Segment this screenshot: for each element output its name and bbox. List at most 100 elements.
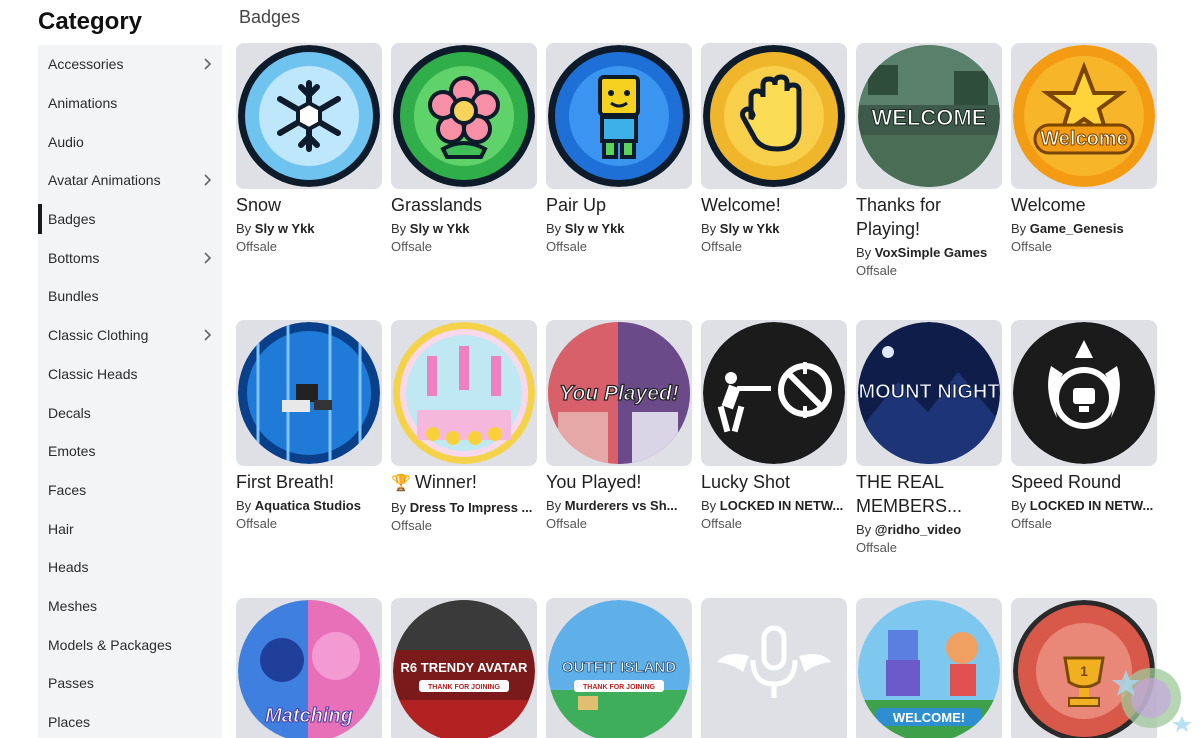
sidebar-item-classic-clothing[interactable]: Classic Clothing: [38, 316, 222, 355]
sidebar-item-animations[interactable]: Animations: [38, 84, 222, 123]
creator-link[interactable]: Dress To Impress ...: [410, 500, 533, 515]
badge-name[interactable]: Snow: [236, 193, 382, 217]
badge-thumbnail[interactable]: [236, 43, 382, 189]
badge-thumbnail[interactable]: You Played!: [546, 320, 692, 466]
creator-link[interactable]: Murderers vs Sh...: [565, 498, 678, 513]
badge-card[interactable]: Pair Up By Sly w Ykk Offsale: [546, 43, 692, 256]
badge-name[interactable]: Grasslands: [391, 193, 537, 217]
sidebar-item-meshes[interactable]: Meshes: [38, 587, 222, 626]
badge-name[interactable]: Welcome: [1011, 193, 1157, 217]
badge-thumbnail[interactable]: [236, 320, 382, 466]
creator-link[interactable]: Aquatica Studios: [255, 498, 361, 513]
by-label: By: [701, 221, 720, 236]
badge-card[interactable]: Grasslands By Sly w Ykk Offsale: [391, 43, 537, 256]
badge-price: Offsale: [236, 516, 277, 531]
badge-price: Offsale: [856, 540, 897, 555]
badge-thumbnail[interactable]: Welcome: [1011, 43, 1157, 189]
badge-card[interactable]: MOUNT NIGHT THE REAL MEMBERS... By @ridh…: [856, 320, 1002, 557]
badge-name[interactable]: Pair Up: [546, 193, 692, 217]
creator-link[interactable]: @ridho_video: [875, 522, 961, 537]
badge-name[interactable]: First Breath!: [236, 470, 382, 494]
badge-thumbnail[interactable]: [546, 43, 692, 189]
sidebar-item-hair[interactable]: Hair: [38, 509, 222, 548]
sidebar-item-places[interactable]: Places: [38, 703, 222, 738]
sidebar-item-models-packages[interactable]: Models & Packages: [38, 625, 222, 664]
badge-overlay-text: You Played!: [559, 382, 678, 405]
creator-link[interactable]: LOCKED IN NETW...: [720, 498, 844, 513]
sidebar-item-bottoms[interactable]: Bottoms: [38, 238, 222, 277]
badge-card[interactable]: Lucky Shot By LOCKED IN NETW... Offsale: [701, 320, 847, 533]
badge-name[interactable]: 🏆 Winner!: [391, 470, 537, 496]
badge-creator: By Sly w Ykk: [546, 220, 692, 238]
badge-thumbnail[interactable]: OUTFIT ISLAND THANK FOR JOINING: [546, 598, 692, 738]
creator-link[interactable]: VoxSimple Games: [875, 245, 987, 260]
sidebar-item-passes[interactable]: Passes: [38, 664, 222, 703]
badge-card[interactable]: Snow By Sly w Ykk Offsale: [236, 43, 382, 256]
badge-name[interactable]: You Played!: [546, 470, 692, 494]
badge-name[interactable]: Thanks for Playing!: [856, 193, 1002, 241]
badge-card[interactable]: [701, 598, 847, 738]
sidebar-item-classic-heads[interactable]: Classic Heads: [38, 355, 222, 394]
badge-card[interactable]: Matching: [236, 598, 382, 738]
sidebar-item-label: Bundles: [48, 288, 99, 305]
badge-thumbnail[interactable]: MOUNT NIGHT: [856, 320, 1002, 466]
badge-card[interactable]: Speed Round By LOCKED IN NETW... Offsale: [1011, 320, 1157, 533]
sidebar-item-audio[interactable]: Audio: [38, 122, 222, 161]
sidebar-item-decals[interactable]: Decals: [38, 393, 222, 432]
sidebar-item-badges[interactable]: Badges: [38, 200, 222, 239]
creator-link[interactable]: Sly w Ykk: [720, 221, 780, 236]
badge-card[interactable]: You Played! You Played! By Murderers vs …: [546, 320, 692, 533]
badge-creator: By Dress To Impress ...: [391, 499, 537, 517]
badge-card[interactable]: WELCOME Thanks for Playing! By VoxSimple…: [856, 43, 1002, 280]
badge-name[interactable]: Lucky Shot: [701, 470, 847, 494]
category-title: Category: [38, 8, 143, 35]
sidebar-item-heads[interactable]: Heads: [38, 548, 222, 587]
badge-thumbnail[interactable]: WELCOME!: [856, 598, 1002, 738]
badge-thumbnail[interactable]: [391, 320, 537, 466]
avatar-icon: [548, 45, 690, 187]
badge-card[interactable]: OUTFIT ISLAND THANK FOR JOINING: [546, 598, 692, 738]
badge-thumbnail[interactable]: [701, 598, 847, 738]
characters-pink-icon: Matching: [238, 600, 380, 738]
badge-thumbnail[interactable]: WELCOME: [856, 43, 1002, 189]
sidebar-item-bundles[interactable]: Bundles: [38, 277, 222, 316]
badge-thumbnail[interactable]: R6 TRENDY AVATAR THANK FOR JOINING: [391, 598, 537, 738]
badge-name[interactable]: Speed Round: [1011, 470, 1157, 494]
badge-price: Offsale: [546, 516, 587, 531]
badge-card[interactable]: Welcome Welcome By Game_Genesis Offsale: [1011, 43, 1157, 256]
badge-creator: By Game_Genesis: [1011, 220, 1157, 238]
sidebar-item-accessories[interactable]: Accessories: [38, 45, 222, 84]
badge-overlay-text: WELCOME!: [893, 710, 965, 725]
badge-card[interactable]: First Breath! By Aquatica Studios Offsal…: [236, 320, 382, 533]
creator-link[interactable]: Sly w Ykk: [255, 221, 315, 236]
sidebar-item-avatar-animations[interactable]: Avatar Animations: [38, 161, 222, 200]
badge-price: Offsale: [391, 239, 432, 254]
badge-thumbnail[interactable]: [1011, 320, 1157, 466]
badge-thumbnail[interactable]: [701, 320, 847, 466]
creator-link[interactable]: LOCKED IN NETW...: [1030, 498, 1154, 513]
watermark-logo: [1106, 654, 1196, 734]
sidebar-item-label: Emotes: [48, 443, 96, 460]
badge-name[interactable]: Welcome!: [701, 193, 847, 217]
creator-link[interactable]: Sly w Ykk: [565, 221, 625, 236]
sidebar-item-label: Classic Clothing: [48, 327, 149, 344]
badge-card[interactable]: Welcome! By Sly w Ykk Offsale: [701, 43, 847, 256]
badge-thumbnail[interactable]: [391, 43, 537, 189]
wave-hand-icon: [703, 45, 845, 187]
badge-card[interactable]: R6 TRENDY AVATAR THANK FOR JOINING: [391, 598, 537, 738]
badge-card[interactable]: 🏆 Winner! By Dress To Impress ... Offsale: [391, 320, 537, 535]
sidebar-item-label: Heads: [48, 559, 89, 576]
sidebar-item-faces[interactable]: Faces: [38, 471, 222, 510]
badge-thumbnail[interactable]: [701, 43, 847, 189]
sidebar-item-emotes[interactable]: Emotes: [38, 432, 222, 471]
stopwatch-icon: [1013, 322, 1155, 464]
badge-thumbnail[interactable]: Matching: [236, 598, 382, 738]
star-icon: Welcome: [1013, 45, 1155, 187]
creator-link[interactable]: Game_Genesis: [1030, 221, 1124, 236]
badge-name[interactable]: THE REAL MEMBERS...: [856, 470, 1002, 518]
badge-overlay-text: OUTFIT ISLAND: [562, 659, 676, 676]
badge-card[interactable]: WELCOME!: [856, 598, 1002, 738]
underwater-icon: [238, 322, 380, 464]
by-label: By: [546, 221, 565, 236]
creator-link[interactable]: Sly w Ykk: [410, 221, 470, 236]
